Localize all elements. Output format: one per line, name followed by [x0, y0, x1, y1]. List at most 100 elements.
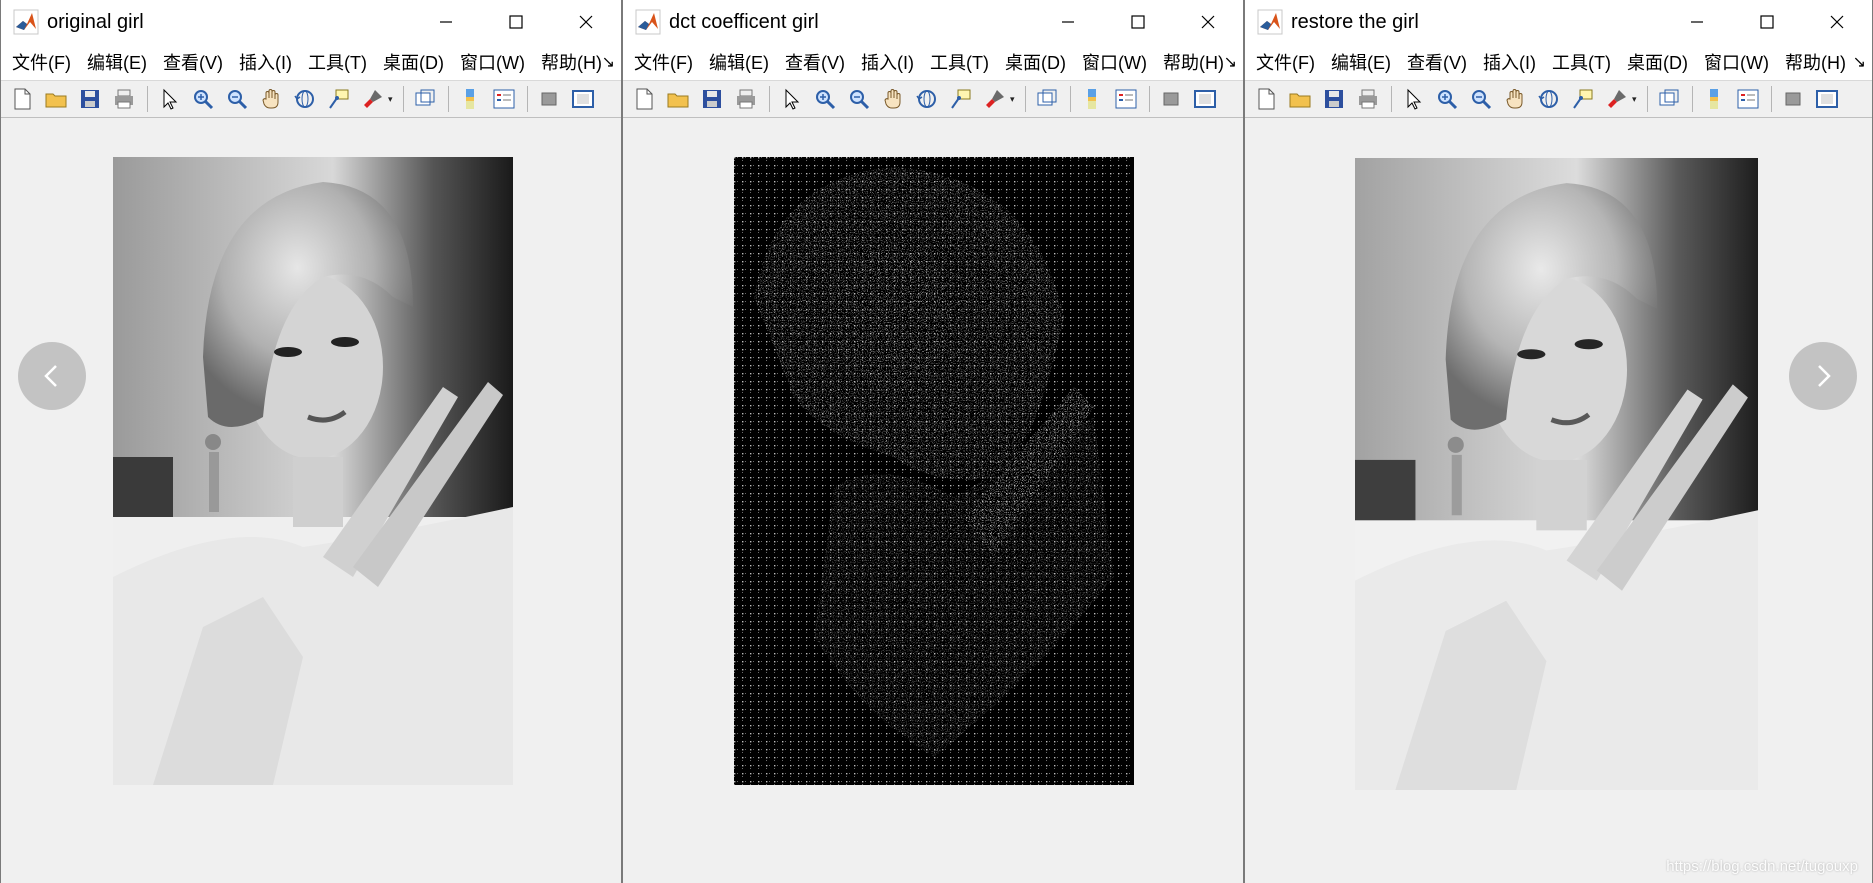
pan-hand-button[interactable] [1500, 84, 1530, 114]
title-bar[interactable]: dct coefficent girl [623, 0, 1243, 44]
brush-button[interactable] [358, 84, 388, 114]
title-bar[interactable]: original girl [1, 0, 621, 44]
hide-plot-tools-button[interactable] [534, 84, 564, 114]
zoom-in-button[interactable] [1432, 84, 1462, 114]
menu-file[interactable]: 文件(F) [629, 49, 698, 75]
title-bar[interactable]: restore the girl [1245, 0, 1872, 44]
minimize-button[interactable] [411, 0, 481, 44]
desktop: original girl 文件(F) 编辑(E) 查看(V) 插入(I) 工具… [0, 0, 1873, 883]
menu-help[interactable]: 帮助(H) [1158, 49, 1229, 75]
link-plot-button[interactable] [1032, 84, 1062, 114]
legend-button[interactable] [1733, 84, 1763, 114]
toolbar-separator [402, 86, 404, 112]
menu-window[interactable]: 窗口(W) [1699, 49, 1774, 75]
brush-dropdown-icon[interactable]: ▾ [388, 94, 393, 105]
menu-insert[interactable]: 插入(I) [856, 49, 919, 75]
menu-edit[interactable]: 编辑(E) [704, 49, 774, 75]
show-plot-tools-button[interactable] [568, 84, 598, 114]
menu-help[interactable]: 帮助(H) [1780, 49, 1851, 75]
figure-window-restored[interactable]: restore the girl 文件(F) 编辑(E) 查看(V) 插入(I)… [1244, 0, 1873, 883]
menu-overflow-icon[interactable]: ↘ [1853, 52, 1866, 72]
close-button[interactable] [1173, 0, 1243, 44]
menu-tools[interactable]: 工具(T) [303, 49, 372, 75]
colorbar-button[interactable] [1699, 84, 1729, 114]
maximize-button[interactable] [481, 0, 551, 44]
hide-plot-tools-button[interactable] [1156, 84, 1186, 114]
rotate-3d-button[interactable] [1534, 84, 1564, 114]
rotate-3d-button[interactable] [290, 84, 320, 114]
close-button[interactable] [1802, 0, 1872, 44]
next-image-button[interactable] [1789, 342, 1857, 410]
zoom-in-button[interactable] [810, 84, 840, 114]
print-button[interactable] [109, 84, 139, 114]
menu-view[interactable]: 查看(V) [780, 49, 850, 75]
link-plot-icon [1037, 89, 1057, 106]
pan-hand-button[interactable] [878, 84, 908, 114]
print-button[interactable] [1353, 84, 1383, 114]
save-button[interactable] [1319, 84, 1349, 114]
menu-view[interactable]: 查看(V) [1402, 49, 1472, 75]
menu-desktop[interactable]: 桌面(D) [1622, 49, 1693, 75]
pointer-button[interactable] [776, 84, 806, 114]
menu-window[interactable]: 窗口(W) [455, 49, 530, 75]
show-plot-tools-button[interactable] [1190, 84, 1220, 114]
brush-button[interactable] [1602, 84, 1632, 114]
link-plot-button[interactable] [410, 84, 440, 114]
menu-file[interactable]: 文件(F) [7, 49, 76, 75]
print-button[interactable] [731, 84, 761, 114]
new-file-icon [636, 88, 653, 110]
menu-view[interactable]: 查看(V) [158, 49, 228, 75]
legend-button[interactable] [489, 84, 519, 114]
link-plot-button[interactable] [1654, 84, 1684, 114]
brush-dropdown-icon[interactable]: ▾ [1010, 94, 1015, 105]
open-folder-button[interactable] [1285, 84, 1315, 114]
figure-window-original[interactable]: original girl 文件(F) 编辑(E) 查看(V) 插入(I) 工具… [0, 0, 622, 883]
prev-image-button[interactable] [18, 342, 86, 410]
zoom-in-button[interactable] [188, 84, 218, 114]
brush-button[interactable] [980, 84, 1010, 114]
open-folder-button[interactable] [41, 84, 71, 114]
data-cursor-button[interactable] [324, 84, 354, 114]
colorbar-button[interactable] [1077, 84, 1107, 114]
save-button[interactable] [697, 84, 727, 114]
zoom-out-button[interactable] [844, 84, 874, 114]
new-file-button[interactable] [1251, 84, 1281, 114]
brush-dropdown-icon[interactable]: ▾ [1632, 94, 1637, 105]
pointer-button[interactable] [1398, 84, 1428, 114]
new-file-button[interactable] [629, 84, 659, 114]
rotate-3d-button[interactable] [912, 84, 942, 114]
data-cursor-button[interactable] [946, 84, 976, 114]
menu-edit[interactable]: 编辑(E) [82, 49, 152, 75]
menu-overflow-icon[interactable]: ↘ [602, 52, 615, 72]
hide-plot-tools-button[interactable] [1778, 84, 1808, 114]
maximize-button[interactable] [1103, 0, 1173, 44]
pan-hand-button[interactable] [256, 84, 286, 114]
data-cursor-button[interactable] [1568, 84, 1598, 114]
menu-tools[interactable]: 工具(T) [1547, 49, 1616, 75]
menu-file[interactable]: 文件(F) [1251, 49, 1320, 75]
menu-insert[interactable]: 插入(I) [234, 49, 297, 75]
save-button[interactable] [75, 84, 105, 114]
pointer-button[interactable] [154, 84, 184, 114]
menu-insert[interactable]: 插入(I) [1478, 49, 1541, 75]
legend-icon [493, 89, 515, 109]
open-folder-button[interactable] [663, 84, 693, 114]
figure-window-dct[interactable]: dct coefficent girl 文件(F) 编辑(E) 查看(V) 插入… [622, 0, 1244, 883]
show-plot-tools-button[interactable] [1812, 84, 1842, 114]
menu-tools[interactable]: 工具(T) [925, 49, 994, 75]
menu-overflow-icon[interactable]: ↘ [1224, 52, 1237, 72]
menu-desktop[interactable]: 桌面(D) [1000, 49, 1071, 75]
menu-edit[interactable]: 编辑(E) [1326, 49, 1396, 75]
legend-button[interactable] [1111, 84, 1141, 114]
zoom-out-button[interactable] [1466, 84, 1496, 114]
colorbar-button[interactable] [455, 84, 485, 114]
zoom-out-button[interactable] [222, 84, 252, 114]
menu-window[interactable]: 窗口(W) [1077, 49, 1152, 75]
minimize-button[interactable] [1662, 0, 1732, 44]
maximize-button[interactable] [1732, 0, 1802, 44]
minimize-button[interactable] [1033, 0, 1103, 44]
menu-help[interactable]: 帮助(H) [536, 49, 607, 75]
menu-desktop[interactable]: 桌面(D) [378, 49, 449, 75]
new-file-button[interactable] [7, 84, 37, 114]
close-button[interactable] [551, 0, 621, 44]
